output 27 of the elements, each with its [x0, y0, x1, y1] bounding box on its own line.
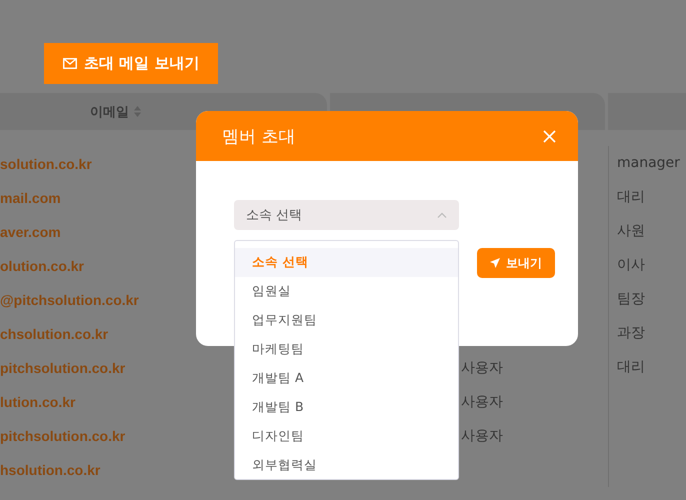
- email-cell-text: aver.com: [0, 223, 61, 242]
- role-cell-text: 사용자: [461, 393, 503, 412]
- position-cell-text: 팀장: [617, 290, 645, 309]
- position-cell-text: 대리: [617, 188, 645, 207]
- role-cell-text: 사용자: [461, 359, 503, 378]
- department-select[interactable]: 소속 선택: [234, 200, 459, 230]
- email-cell-text: olution.co.kr: [0, 257, 84, 276]
- email-cell-text: chsolution.co.kr: [0, 325, 108, 344]
- email-cell-text: lution.co.kr: [0, 393, 76, 412]
- paper-plane-icon: [490, 258, 500, 268]
- position-cell-text: 이사: [617, 256, 645, 275]
- position-cell-text: 과장: [617, 324, 645, 343]
- role-cell-text: 사용자: [461, 427, 503, 446]
- position-cell-text: 대리: [617, 358, 645, 377]
- chevron-icon: [437, 212, 447, 218]
- dialog-title: 멤버 초대: [222, 126, 296, 148]
- email-cell-text: @pitchsolution.co.kr: [0, 291, 139, 310]
- position-cell-text: 사원: [617, 222, 645, 241]
- email-cell-text: solution.co.kr: [0, 155, 92, 174]
- position-cell-text: manager: [617, 154, 680, 173]
- email-cell-text: pitchsolution.co.kr: [0, 427, 126, 446]
- close-button[interactable]: [543, 130, 556, 142]
- email-cell-text: hsolution.co.kr: [0, 461, 100, 480]
- email-cell-text: pitchsolution.co.kr: [0, 359, 126, 378]
- email-cell-text: mail.com: [0, 189, 61, 208]
- mail-icon: [63, 58, 77, 69]
- sort-icon[interactable]: [134, 106, 141, 117]
